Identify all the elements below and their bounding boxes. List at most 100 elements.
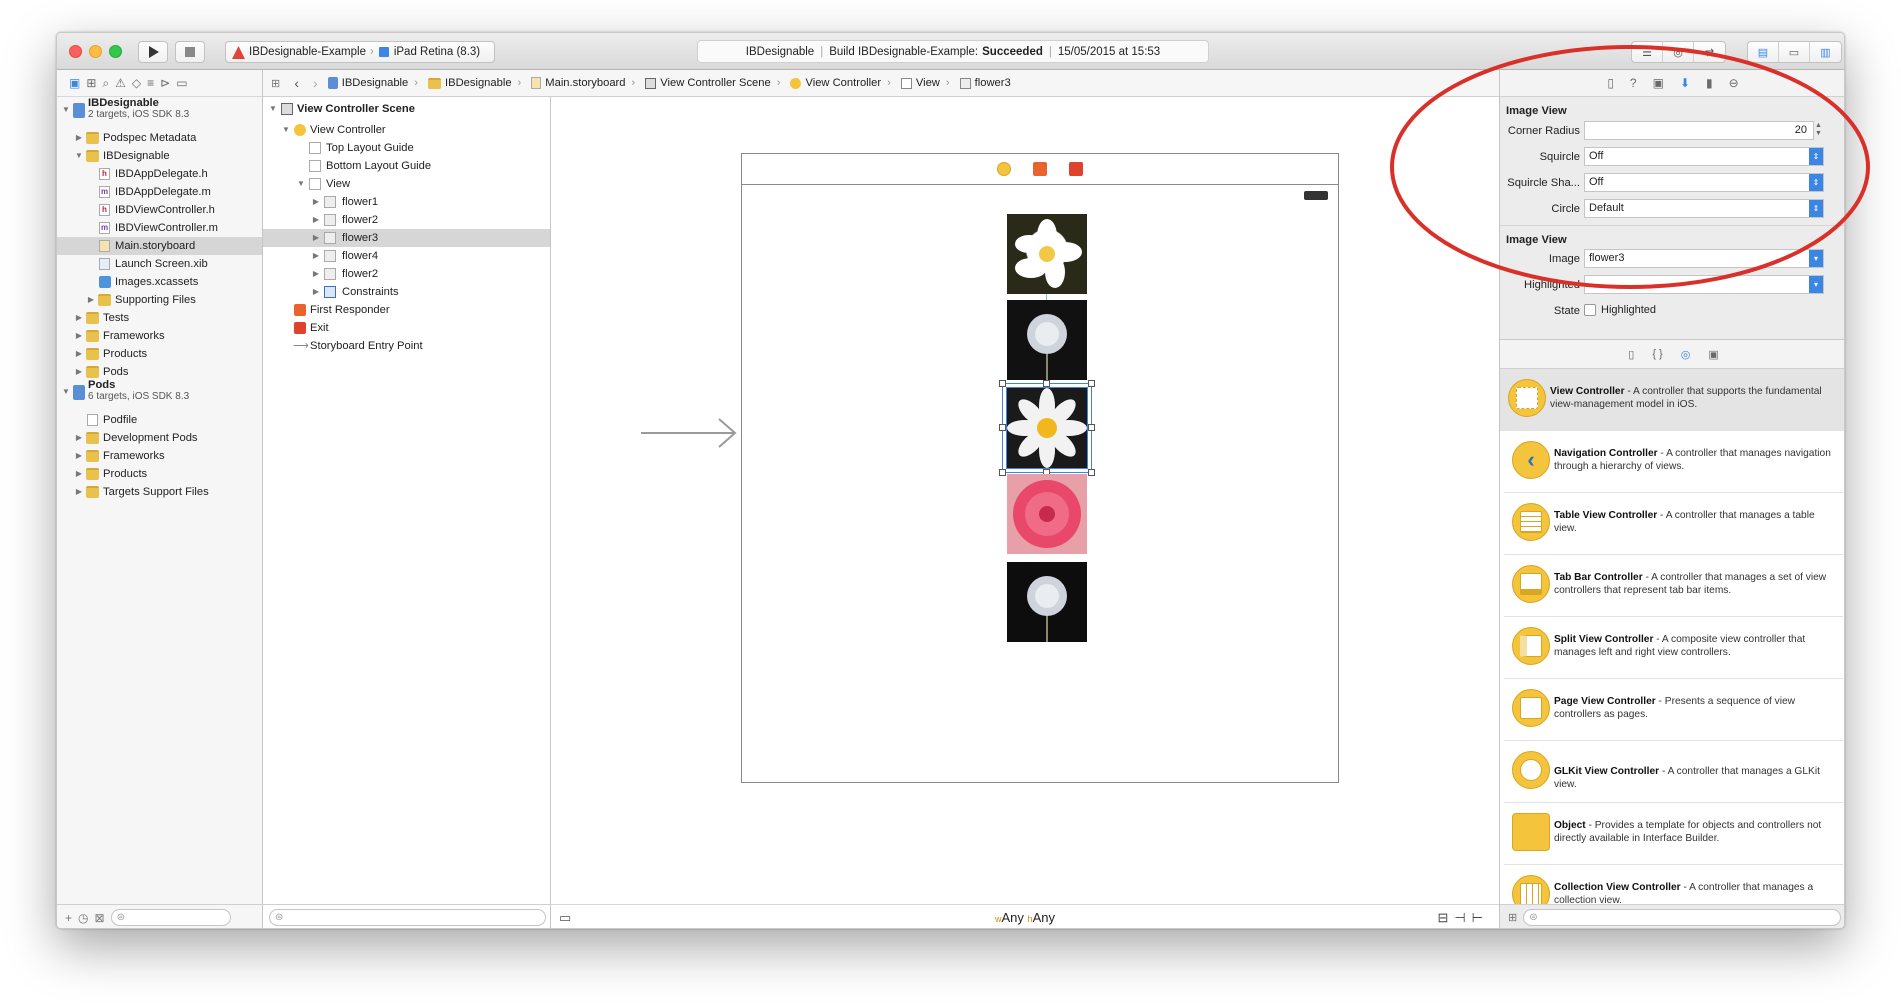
scheme-selector[interactable]: IBDesignable-Example › iPad Retina (8.3) <box>225 41 495 63</box>
flower2-image[interactable] <box>1007 562 1087 642</box>
circle-popup[interactable]: Default ⇕ <box>1584 199 1824 218</box>
resize-handle[interactable] <box>1043 380 1050 387</box>
exit-icon[interactable] <box>1069 162 1083 176</box>
breadcrumb-view[interactable]: View <box>900 77 940 89</box>
library-item-navigation-controller[interactable]: ‹ Navigation Controller - A controller th… <box>1504 431 1843 493</box>
disclosure-open-icon[interactable]: ▼ <box>268 100 278 118</box>
stepper-icon[interactable]: ▲ ▼ <box>1815 122 1822 138</box>
file-template-icon[interactable]: ▯ <box>1628 348 1634 361</box>
nav-item-podspec-metadata[interactable]: ▶ Podspec Metadata <box>57 129 262 147</box>
breadcrumb-project[interactable]: IBDesignable <box>327 77 408 89</box>
quick-help-icon[interactable]: ? <box>1630 76 1637 90</box>
library-item-split-view-controller[interactable]: Split View Controller - A composite view… <box>1504 617 1843 679</box>
nav-item-viewcontroller-h[interactable]: h IBDViewController.h <box>57 201 262 219</box>
flower2-image[interactable] <box>1007 300 1087 380</box>
nav-item-launch-screen[interactable]: Launch Screen.xib <box>57 255 262 273</box>
outline-flower-row[interactable]: ▶ flower1 <box>263 193 550 211</box>
library-item-page-view-controller[interactable]: Page View Controller - Presents a sequen… <box>1504 679 1843 741</box>
disclosure-closed-icon[interactable]: ▶ <box>311 229 321 247</box>
pin-icon[interactable]: ⊣ <box>1454 910 1471 925</box>
nav-item-podfile[interactable]: Podfile <box>57 411 262 429</box>
nav-item-targets-support[interactable]: ▶ Targets Support Files <box>57 483 262 501</box>
disclosure-closed-icon[interactable]: ▶ <box>74 345 84 363</box>
nav-item-products[interactable]: ▶ Products <box>57 345 262 363</box>
breakpoint-icon[interactable]: ⊳ <box>160 76 170 90</box>
auto-layout-controls[interactable]: ⊟⊣⊢ <box>1437 910 1489 926</box>
disclosure-closed-icon[interactable]: ▶ <box>74 363 84 381</box>
outline-controller-row[interactable]: ▼ View Controller <box>263 121 550 139</box>
nav-item-images-xcassets[interactable]: Images.xcassets <box>57 273 262 291</box>
nav-item-appdelegate-m[interactable]: m IBDAppDelegate.m <box>57 183 262 201</box>
nav-item-pods-frameworks[interactable]: ▶ Frameworks <box>57 447 262 465</box>
nav-item-main-storyboard[interactable]: Main.storyboard <box>57 237 262 255</box>
minimize-window-button[interactable] <box>89 45 102 58</box>
outline-scene-row[interactable]: ▼ View Controller Scene <box>263 100 550 118</box>
nav-item-frameworks[interactable]: ▶ Frameworks <box>57 327 262 345</box>
outline-filter-field[interactable]: ⊜ <box>269 909 546 926</box>
disclosure-closed-icon[interactable]: ▶ <box>74 429 84 447</box>
library-filter-field[interactable]: ⊜ <box>1523 909 1842 926</box>
disclosure-closed-icon[interactable]: ▶ <box>86 291 96 309</box>
toggle-utilities-icon[interactable]: ▥ <box>1810 42 1841 62</box>
storyboard-canvas[interactable]: ▭ wAny hAny ⊟⊣⊢ <box>551 97 1499 928</box>
navigator-filter-field[interactable]: ⊜ <box>110 909 231 926</box>
grid-view-icon[interactable]: ⊞ <box>1508 911 1517 924</box>
resize-handle[interactable] <box>999 380 1006 387</box>
pods-project-row[interactable]: ▼ Pods 6 targets, iOS SDK 8.3 <box>57 379 262 411</box>
corner-radius-field[interactable]: 20 <box>1584 121 1814 140</box>
attributes-inspector-icon[interactable]: ⬇ <box>1680 76 1690 90</box>
highlighted-checkbox[interactable] <box>1584 304 1596 316</box>
outline-flower-row[interactable]: ▶ flower2 <box>263 211 550 229</box>
nav-item-viewcontroller-m[interactable]: m IBDViewController.m <box>57 219 262 237</box>
outline-flower-row-selected[interactable]: ▶ flower3 <box>263 229 550 247</box>
outline-entry-point-row[interactable]: ⟶ Storyboard Entry Point <box>263 337 550 355</box>
nav-item-pods-products[interactable]: ▶ Products <box>57 465 262 483</box>
project-root-row[interactable]: ▼ IBDesignable 2 targets, iOS SDK 8.3 <box>57 97 262 129</box>
outline-top-guide-row[interactable]: Top Layout Guide <box>263 139 550 157</box>
connections-inspector-icon[interactable]: ⊖ <box>1729 76 1739 90</box>
resolve-icon[interactable]: ⊢ <box>1472 910 1489 925</box>
file-inspector-icon[interactable]: ▯ <box>1607 76 1614 90</box>
disclosure-closed-icon[interactable]: ▶ <box>74 465 84 483</box>
disclosure-closed-icon[interactable]: ▶ <box>311 193 321 211</box>
run-button[interactable] <box>138 41 168 63</box>
close-window-button[interactable] <box>69 45 82 58</box>
test-icon[interactable]: ◇ <box>132 76 141 90</box>
disclosure-open-icon[interactable]: ▼ <box>296 175 306 193</box>
breadcrumb-scene[interactable]: View Controller Scene <box>645 77 771 89</box>
disclosure-open-icon[interactable]: ▼ <box>281 121 291 139</box>
back-arrow-icon[interactable]: ‹ <box>294 75 299 91</box>
source-control-icon[interactable]: ⊠ <box>95 911 105 925</box>
outline-flower-row[interactable]: ▶ flower2 <box>263 265 550 283</box>
nav-item-ibdesignable-group[interactable]: ▼ IBDesignable <box>57 147 262 165</box>
recent-files-icon[interactable]: ◷ <box>78 911 88 925</box>
add-icon[interactable]: + <box>65 911 72 925</box>
forward-arrow-icon[interactable]: › <box>313 75 318 91</box>
search-icon[interactable]: ⌕ <box>102 76 109 91</box>
editor-mode-segment[interactable]: ☰ ◎ ⇄ <box>1631 41 1726 63</box>
disclosure-open-icon[interactable]: ▼ <box>74 147 84 165</box>
debug-icon[interactable]: ≡ <box>147 76 154 90</box>
library-item-collection-view-controller[interactable]: Collection View Controller - A controlle… <box>1504 865 1843 904</box>
resize-handle[interactable] <box>1088 380 1095 387</box>
symbol-icon[interactable]: ⊞ <box>86 76 96 90</box>
breadcrumb-file[interactable]: Main.storyboard <box>531 77 626 89</box>
view-controller-scene[interactable] <box>741 153 1339 783</box>
related-items-icon[interactable]: ⊞ <box>271 77 280 90</box>
stop-button[interactable] <box>175 41 205 63</box>
zoom-window-button[interactable] <box>109 45 122 58</box>
version-editor-icon[interactable]: ⇄ <box>1694 42 1725 62</box>
disclosure-closed-icon[interactable]: ▶ <box>311 265 321 283</box>
folder-icon[interactable]: ▣ <box>69 76 80 90</box>
disclosure-closed-icon[interactable]: ▶ <box>74 483 84 501</box>
media-library-icon[interactable]: ▣ <box>1708 348 1718 361</box>
resize-handle[interactable] <box>999 469 1006 476</box>
resize-handle[interactable] <box>999 424 1006 431</box>
library-item-tab-bar-controller[interactable]: Tab Bar Controller - A controller that m… <box>1504 555 1843 617</box>
disclosure-closed-icon[interactable]: ▶ <box>311 283 321 301</box>
disclosure-closed-icon[interactable]: ▶ <box>74 447 84 465</box>
library-item-table-view-controller[interactable]: Table View Controller - A controller tha… <box>1504 493 1843 555</box>
outline-constraints-row[interactable]: ▶ Constraints <box>263 283 550 301</box>
resize-handle[interactable] <box>1088 424 1095 431</box>
code-snippet-icon[interactable]: { } <box>1652 348 1662 360</box>
